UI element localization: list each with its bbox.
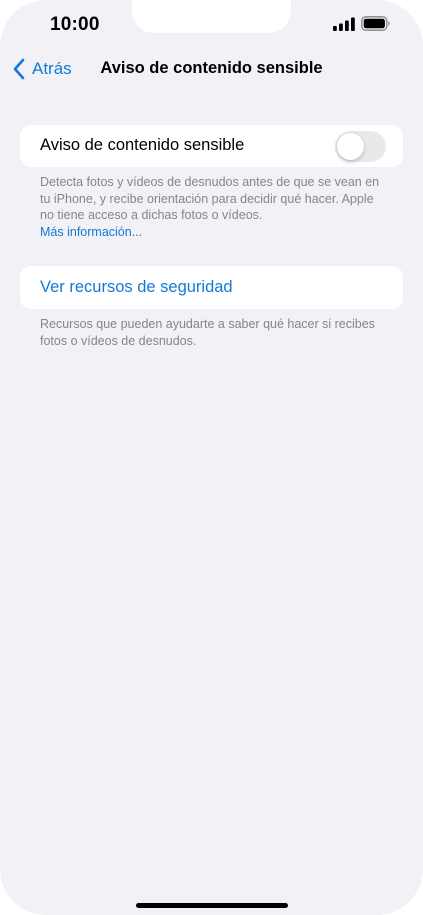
sensitive-content-toggle-row: Aviso de contenido sensible (20, 125, 403, 167)
sensitive-content-toggle[interactable] (335, 131, 386, 162)
page-title: Aviso de contenido sensible (100, 59, 323, 77)
toggle-footnote-text: Detecta fotos y vídeos de desnudos antes… (40, 175, 380, 222)
battery-icon (361, 16, 390, 31)
phone-screen: 10:00 Atrás Aviso de contenido sensible … (0, 0, 423, 915)
resources-footnote: Recursos que pueden ayudarte a saber qué… (40, 317, 375, 348)
more-info-link[interactable]: Más información... (40, 224, 390, 241)
toggle-knob (337, 133, 364, 160)
status-time: 10:00 (50, 14, 100, 35)
home-indicator[interactable] (136, 903, 288, 908)
toggle-footnote: Detecta fotos y vídeos de desnudos antes… (40, 174, 390, 240)
cellular-signal-icon (333, 17, 355, 31)
safety-resources-row[interactable]: Ver recursos de seguridad (20, 266, 403, 309)
toggle-row-label: Aviso de contenido sensible (40, 136, 245, 154)
notch (132, 0, 291, 33)
safety-resources-link[interactable]: Ver recursos de seguridad (40, 278, 233, 297)
